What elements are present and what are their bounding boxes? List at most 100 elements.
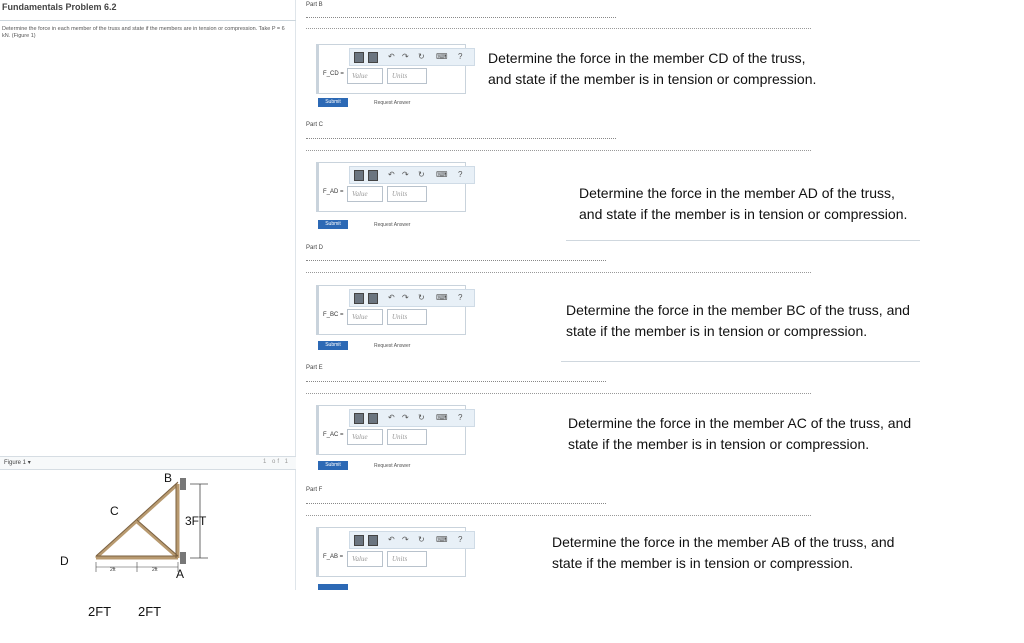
reset-icon[interactable]: ↻	[418, 293, 425, 302]
request-answer-link[interactable]: Request Answer	[374, 100, 410, 106]
math-toolbar: ↶ ↷ ↻ ⌨ ?	[349, 48, 475, 66]
answer-box: ↶ ↷ ↻ ⌨ ? F_AB = Value Units	[316, 527, 475, 577]
request-answer-link[interactable]: Request Answer	[374, 222, 410, 228]
label-b: B	[164, 471, 172, 485]
help-icon[interactable]: ?	[458, 535, 462, 544]
vector-icon[interactable]	[368, 413, 378, 424]
keyboard-icon[interactable]: ⌨	[436, 170, 448, 179]
reset-icon[interactable]: ↻	[418, 170, 425, 179]
part-instructions	[306, 138, 616, 142]
support-a-icon	[180, 552, 186, 564]
part-e: Part E ↶ ↷ ↻ ⌨ ? F_AC = Value Units Subm…	[306, 363, 924, 483]
units-field[interactable]: Units	[387, 186, 427, 202]
label-bottom-small: 2ft	[110, 567, 116, 573]
figure-select[interactable]: Figure 1 ▾	[4, 459, 31, 466]
help-icon[interactable]: ?	[458, 413, 462, 422]
help-icon[interactable]: ?	[458, 170, 462, 179]
templates-icon[interactable]	[354, 170, 364, 181]
answer-box: ↶ ↷ ↻ ⌨ ? F_AC = Value Units	[316, 405, 475, 455]
value-field[interactable]: Value	[347, 68, 383, 84]
submit-button[interactable]	[318, 584, 348, 590]
reset-icon[interactable]: ↻	[418, 52, 425, 61]
part-c: Part C ↶ ↷ ↻ ⌨ ? F_AD = Value Units Subm…	[306, 120, 924, 241]
keyboard-icon[interactable]: ⌨	[436, 535, 448, 544]
request-answer-link[interactable]: Request Answer	[374, 343, 410, 349]
part-instructions-2	[306, 393, 811, 397]
reset-icon[interactable]: ↻	[418, 535, 425, 544]
reset-icon[interactable]: ↻	[418, 413, 425, 422]
templates-icon[interactable]	[354, 413, 364, 424]
math-toolbar: ↶ ↷ ↻ ⌨ ?	[349, 409, 475, 427]
part-instructions	[306, 260, 606, 264]
vector-icon[interactable]	[368, 535, 378, 546]
part-instructions-2	[306, 272, 811, 276]
value-field[interactable]: Value	[347, 186, 383, 202]
figure-select-label: Figure 1	[4, 460, 27, 466]
redo-icon[interactable]: ↷	[402, 52, 409, 61]
part-b: Part B ↶ ↷ ↻ ⌨ ? F_CD = Value Units Subm…	[306, 0, 924, 120]
label-bottom-small-2: 2ft	[152, 567, 158, 573]
label-height: 3FT	[185, 514, 207, 528]
question-text: Determine the force in the member BC of …	[566, 302, 910, 339]
vector-icon[interactable]	[368, 293, 378, 304]
submit-button[interactable]: Submit	[318, 220, 348, 229]
part-instructions	[306, 381, 606, 385]
fx-label: F_AB =	[323, 554, 344, 560]
math-toolbar: ↶ ↷ ↻ ⌨ ?	[349, 289, 475, 307]
templates-icon[interactable]	[354, 52, 364, 63]
undo-icon[interactable]: ↶	[388, 170, 395, 179]
redo-icon[interactable]: ↷	[402, 293, 409, 302]
templates-icon[interactable]	[354, 535, 364, 546]
label-a: A	[176, 567, 184, 581]
value-field[interactable]: Value	[347, 551, 383, 567]
label-d: D	[60, 554, 69, 568]
value-field[interactable]: Value	[347, 309, 383, 325]
units-field[interactable]: Units	[387, 68, 427, 84]
vector-icon[interactable]	[368, 52, 378, 63]
question-text: Determine the force in the member AC of …	[568, 415, 912, 452]
submit-button[interactable]: Submit	[318, 461, 348, 470]
templates-icon[interactable]	[354, 293, 364, 304]
title-divider	[0, 20, 296, 21]
submit-button[interactable]: Submit	[318, 341, 348, 350]
units-field[interactable]: Units	[387, 551, 427, 567]
problem-text: Determine the force in each member of th…	[2, 26, 285, 39]
redo-icon[interactable]: ↷	[402, 413, 409, 422]
vector-icon[interactable]	[368, 170, 378, 181]
answer-box: ↶ ↷ ↻ ⌨ ? F_CD = Value Units	[316, 44, 475, 94]
help-icon[interactable]: ?	[458, 293, 462, 302]
value-field[interactable]: Value	[347, 429, 383, 445]
part-label: Part C	[306, 122, 324, 128]
undo-icon[interactable]: ↶	[388, 413, 395, 422]
keyboard-icon[interactable]: ⌨	[436, 52, 448, 61]
part-label: Part D	[306, 245, 324, 251]
part-instructions-2	[306, 150, 811, 154]
figure-bar: Figure 1 ▾ 1 of 1	[0, 456, 296, 470]
problem-panel: Fundamentals Problem 6.2 Determine the f…	[0, 0, 296, 590]
undo-icon[interactable]: ↶	[388, 535, 395, 544]
separator	[566, 240, 920, 241]
submit-button[interactable]: Submit	[318, 98, 348, 107]
answer-box: ↶ ↷ ↻ ⌨ ? F_BC = Value Units	[316, 285, 475, 335]
part-label: Part B	[306, 2, 323, 8]
dim-left: 2FT	[88, 604, 112, 619]
undo-icon[interactable]: ↶	[388, 52, 395, 61]
units-field[interactable]: Units	[387, 429, 427, 445]
member-ca	[136, 520, 179, 560]
redo-icon[interactable]: ↷	[402, 170, 409, 179]
math-toolbar: ↶ ↷ ↻ ⌨ ?	[349, 166, 475, 184]
redo-icon[interactable]: ↷	[402, 535, 409, 544]
keyboard-icon[interactable]: ⌨	[436, 293, 448, 302]
question-text: Determine the force in the member AD of …	[579, 185, 908, 222]
help-icon[interactable]: ?	[458, 52, 462, 61]
units-field[interactable]: Units	[387, 309, 427, 325]
undo-icon[interactable]: ↶	[388, 293, 395, 302]
part-instructions	[306, 503, 606, 507]
part-f: Part F ↶ ↷ ↻ ⌨ ? F_AB = Value Units Dete…	[306, 485, 924, 595]
request-answer-link[interactable]: Request Answer	[374, 463, 410, 469]
figure-pager[interactable]: 1 of 1	[263, 459, 290, 465]
part-d: Part D ↶ ↷ ↻ ⌨ ? F_BC = Value Units Subm…	[306, 243, 924, 363]
keyboard-icon[interactable]: ⌨	[436, 413, 448, 422]
support-b-icon	[180, 478, 186, 490]
fx-label: F_AC =	[323, 432, 344, 438]
